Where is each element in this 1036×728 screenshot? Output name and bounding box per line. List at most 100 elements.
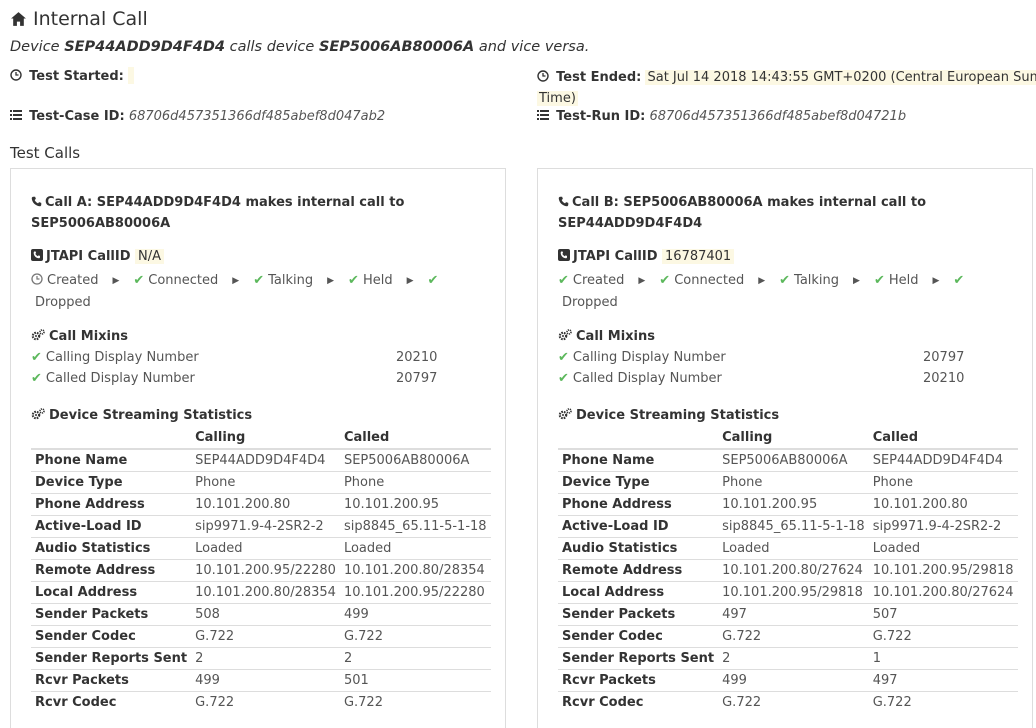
row-label: Rcvr Packets <box>558 669 719 692</box>
called-value: Phone <box>868 471 1018 494</box>
table-row: Phone Name SEP44ADD9D4F4D4 SEP5006AB80006A <box>31 448 491 472</box>
calling-value: SEP5006AB80006A <box>718 448 869 472</box>
calling-value: 10.101.200.95/22280 <box>191 559 340 582</box>
state-held: ✔ Held <box>348 273 393 288</box>
called-value: Loaded <box>868 537 1018 560</box>
row-label: Device Type <box>558 471 719 494</box>
table-row: Rcvr Packets 499 501 <box>31 669 491 692</box>
row-label: Active-Load ID <box>31 515 192 538</box>
cogs-icon <box>558 329 572 341</box>
calling-value: G.722 <box>718 691 869 713</box>
check-icon: ✔ <box>558 371 569 386</box>
clock-icon <box>31 273 43 285</box>
row-label: Sender Codec <box>558 625 719 648</box>
called-value: G.722 <box>339 625 491 648</box>
mixin-row: ✔ Called Display Number 20210 <box>558 371 965 386</box>
table-row: Rcvr Codec G.722 G.722 <box>31 691 491 713</box>
row-label: Local Address <box>558 581 719 604</box>
arrow-right-icon: ▶ <box>232 276 240 286</box>
cogs-icon <box>31 329 45 341</box>
table-row: Phone Address 10.101.200.95 10.101.200.80 <box>558 493 1018 516</box>
check-icon: ✔ <box>779 273 791 288</box>
row-label: Sender Reports Sent <box>558 647 719 670</box>
called-value: SEP5006AB80006A <box>339 448 491 472</box>
table-row: Rcvr Codec G.722 G.722 <box>558 691 1018 713</box>
check-icon: ✔ <box>348 273 359 288</box>
call-panel-b: Call B: SEP5006AB80006A makes internal c… <box>537 168 1033 728</box>
check-icon: ✔ <box>133 273 145 288</box>
streaming-stats-table: Calling Called Phone Name SEP5006AB80006A… <box>558 427 1018 713</box>
test-ended: Test Ended: Sat Jul 14 2018 14:43:55 GMT… <box>537 67 1036 109</box>
row-label: Remote Address <box>31 559 192 582</box>
row-label: Rcvr Codec <box>31 691 192 713</box>
call-title: Call B: SEP5006AB80006A makes internal c… <box>558 195 927 231</box>
row-label: Phone Address <box>31 493 192 516</box>
test-started: Test Started: <box>10 67 135 84</box>
arrow-right-icon: ▶ <box>853 276 860 286</box>
check-icon: ✔ <box>659 273 671 288</box>
page-title-text: Internal Call <box>33 8 148 30</box>
state-connected: ✔ Connected <box>133 273 219 288</box>
row-label: Phone Name <box>31 448 192 472</box>
row-label: Sender Packets <box>31 603 192 626</box>
mixin-row: ✔ Called Display Number 20797 <box>31 371 438 386</box>
table-row: Local Address 10.101.200.95/29818 10.101.2… <box>558 581 1018 604</box>
calling-value: 2 <box>191 647 340 670</box>
test-case-id: Test-Case ID: 68706d457351366df485abef8d… <box>10 109 385 124</box>
test-run-id: Test-Run ID: 68706d457351366df485abef8d0… <box>537 109 906 124</box>
jtapi-callid: JTAPI CallID 16787401 <box>558 249 735 264</box>
table-row: Sender Reports Sent 2 2 <box>31 647 491 670</box>
called-value: sip8845_65.11-5-1-18 <box>339 515 491 538</box>
arrow-right-icon: ▶ <box>406 276 414 286</box>
jtapi-callid-value: N/A <box>135 249 165 264</box>
check-icon: ✔ <box>558 273 569 288</box>
streaming-stats-title: Device Streaming Statistics <box>31 408 252 423</box>
calling-value: Phone <box>718 471 869 494</box>
col-calling: Calling <box>718 427 869 450</box>
table-row: Phone Address 10.101.200.80 10.101.200.95 <box>31 493 491 516</box>
called-value: 10.101.200.80/27624 <box>868 581 1018 604</box>
calling-value: 10.101.200.80/27624 <box>718 559 869 582</box>
row-label: Sender Reports Sent <box>31 647 192 670</box>
called-value: G.722 <box>868 625 1018 648</box>
arrow-right-icon: ▶ <box>638 276 646 286</box>
called-value: 10.101.200.80/28354 <box>339 559 491 582</box>
test-case-id-value: 68706d457351366df485abef8d047ab2 <box>128 109 386 124</box>
row-label: Phone Name <box>558 448 719 472</box>
table-row: Active-Load ID sip9971.9-4-2SR2-2 sip8845_… <box>31 515 491 538</box>
streaming-stats-title: Device Streaming Statistics <box>558 408 779 423</box>
test-description: Device SEP44ADD9D4F4D4 calls device SEP5… <box>10 39 590 55</box>
arrow-right-icon: ▶ <box>327 276 335 286</box>
table-row: Sender Packets 508 499 <box>31 603 491 626</box>
table-row: Device Type Phone Phone <box>31 471 491 494</box>
clock-icon <box>537 70 549 82</box>
check-icon: ✔ <box>31 371 42 386</box>
table-row: Audio Statistics Loaded Loaded <box>558 537 1018 560</box>
calling-value: Loaded <box>718 537 869 560</box>
called-value: 501 <box>339 669 491 692</box>
called-value: 1 <box>868 647 1018 670</box>
phone-square-icon <box>558 249 570 261</box>
page-title: Internal Call <box>10 8 148 30</box>
calling-value: 10.101.200.80 <box>191 493 340 516</box>
jtapi-callid: JTAPI CallID N/A <box>31 249 165 264</box>
row-label: Local Address <box>31 581 192 604</box>
state-dropped: Dropped <box>35 295 91 310</box>
row-label: Device Type <box>31 471 192 494</box>
calling-value: Phone <box>191 471 340 494</box>
row-label: Sender Packets <box>558 603 719 626</box>
col-called: Called <box>868 427 1018 450</box>
cogs-icon <box>31 408 45 420</box>
check-icon: ✔ <box>873 273 885 288</box>
phone-square-icon <box>31 249 43 261</box>
mixin-row: ✔ Calling Display Number 20797 <box>558 350 965 365</box>
jtapi-callid-value: 16787401 <box>662 249 735 264</box>
called-value: 499 <box>339 603 491 626</box>
calling-value: 10.101.200.95 <box>718 493 869 516</box>
cogs-icon <box>558 408 572 420</box>
row-label: Remote Address <box>558 559 719 582</box>
check-icon: ✔ <box>953 273 965 288</box>
called-value: 10.101.200.95 <box>339 493 491 516</box>
called-value: 497 <box>868 669 1018 692</box>
arrow-right-icon: ▶ <box>758 276 766 286</box>
